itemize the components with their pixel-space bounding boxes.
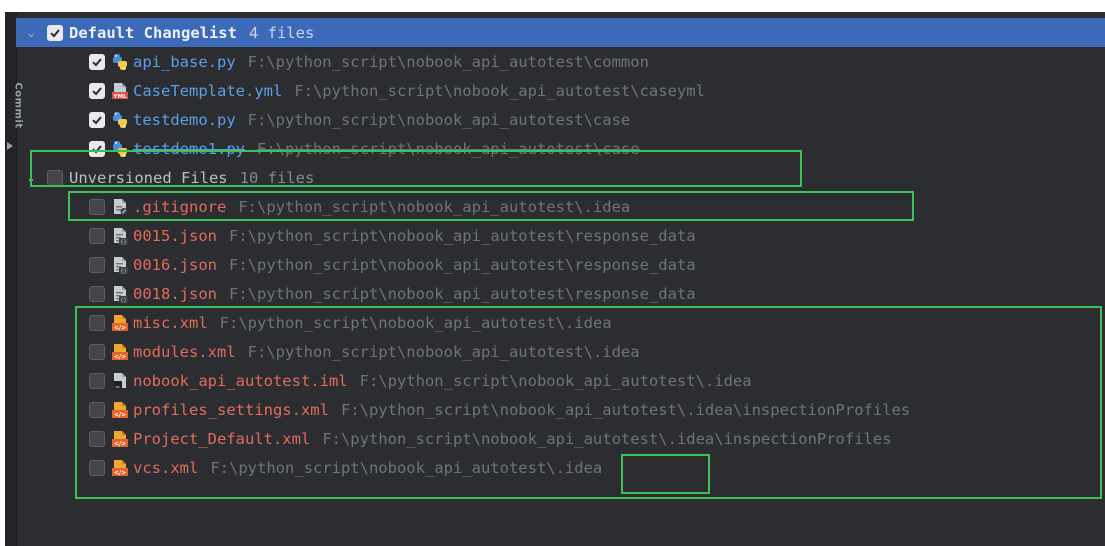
file-path: F:\python_script\nobook_api_autotest\cas… xyxy=(247,110,631,129)
xml-file-icon: </> xyxy=(111,343,129,361)
file-row[interactable]: </> profiles_settings.xml F:\python_script… xyxy=(16,395,1105,424)
default-changelist-row[interactable]: ⌄ Default Changelist 4 files xyxy=(16,18,1105,47)
xml-file-icon: </> xyxy=(111,430,129,448)
file-checkbox[interactable] xyxy=(89,459,105,476)
svg-text:</>: </> xyxy=(114,440,126,447)
python-file-icon xyxy=(111,53,129,71)
file-checkbox[interactable] xyxy=(89,343,105,360)
default-changelist-label: Default Changelist xyxy=(69,23,237,42)
file-name: nobook_api_autotest.iml xyxy=(133,371,348,390)
svg-text:</>: </> xyxy=(114,324,126,331)
svg-text:{}: {} xyxy=(120,239,126,245)
collapse-arrow-icon[interactable] xyxy=(7,142,13,150)
file-checkbox[interactable] xyxy=(89,111,105,128)
file-name: 0016.json xyxy=(133,255,217,274)
svg-text:</>: </> xyxy=(114,469,126,476)
file-checkbox[interactable] xyxy=(89,227,105,244)
python-file-icon xyxy=(111,140,129,158)
svg-text:{}: {} xyxy=(120,297,126,303)
file-name: testdemo1.py xyxy=(133,139,245,158)
file-name: profiles_settings.xml xyxy=(133,400,329,419)
file-name: 0018.json xyxy=(133,284,217,303)
python-file-icon xyxy=(111,111,129,129)
unversioned-files-label: Unversioned Files xyxy=(69,168,228,187)
commit-changes-panel: Commit ⌄ Default Changelist 4 files api_… xyxy=(5,12,1105,546)
file-name: api_base.py xyxy=(133,52,236,71)
file-row[interactable]: {} 0016.json F:\python_script\nobook_api_a… xyxy=(16,250,1105,279)
file-name: misc.xml xyxy=(133,313,208,332)
file-checkbox[interactable] xyxy=(89,256,105,273)
file-path: F:\python_script\nobook_api_autotest\cas… xyxy=(256,139,640,158)
file-path: F:\python_script\nobook_api_autotest\.id… xyxy=(247,342,640,361)
file-path: F:\python_script\nobook_api_autotest\res… xyxy=(229,226,696,245)
file-checkbox[interactable] xyxy=(89,140,105,157)
file-path: F:\python_script\nobook_api_autotest\.id… xyxy=(322,429,892,448)
file-path: F:\python_script\nobook_api_autotest\res… xyxy=(229,255,696,274)
xml-file-icon: </> xyxy=(111,401,129,419)
file-row[interactable]: api_base.py F:\python_script\nobook_api_a… xyxy=(16,47,1105,76)
checkmark-icon xyxy=(50,28,60,37)
file-name: testdemo.py xyxy=(133,110,236,129)
file-name: 0015.json xyxy=(133,226,217,245)
file-path: F:\python_script\nobook_api_autotest\.id… xyxy=(210,458,603,477)
chevron-down-icon[interactable]: ⌄ xyxy=(25,26,37,40)
file-name: CaseTemplate.yml xyxy=(133,81,283,100)
file-name: modules.xml xyxy=(133,342,236,361)
file-name: vcs.xml xyxy=(133,458,199,477)
file-row[interactable]: .gitignore F:\python_script\nobook_api_au… xyxy=(16,192,1105,221)
iml-file-icon xyxy=(111,372,129,390)
file-row[interactable]: </> Project_Default.xml F:\python_script\n… xyxy=(16,424,1105,453)
gitignore-file-icon xyxy=(111,198,129,216)
checkmark-icon xyxy=(92,115,102,124)
file-checkbox[interactable] xyxy=(89,285,105,302)
json-file-icon: {} xyxy=(111,227,129,245)
file-row[interactable]: </> vcs.xml F:\python_script\nobook_api_au… xyxy=(16,453,1105,482)
chevron-down-icon[interactable]: ⌄ xyxy=(25,171,37,185)
file-path: F:\python_script\nobook_api_autotest\cas… xyxy=(294,81,705,100)
svg-text:YML: YML xyxy=(113,94,127,100)
yaml-file-icon: YML xyxy=(111,82,129,100)
file-path: F:\python_script\nobook_api_autotest\res… xyxy=(229,284,696,303)
svg-text:</>: </> xyxy=(114,411,126,418)
file-checkbox[interactable] xyxy=(89,314,105,331)
checkmark-icon xyxy=(92,144,102,153)
file-row[interactable]: </> misc.xml F:\python_script\nobook_api_a… xyxy=(16,308,1105,337)
xml-file-icon: </> xyxy=(111,459,129,477)
file-checkbox[interactable] xyxy=(89,401,105,418)
json-file-icon: {} xyxy=(111,256,129,274)
default-changelist-checkbox[interactable] xyxy=(47,24,63,41)
unversioned-files-count: 10 files xyxy=(239,168,315,187)
file-row[interactable]: {} 0018.json F:\python_script\nobook_api_a… xyxy=(16,279,1105,308)
file-checkbox[interactable] xyxy=(89,82,105,99)
json-file-icon: {} xyxy=(111,285,129,303)
file-checkbox[interactable] xyxy=(89,372,105,389)
xml-file-icon: </> xyxy=(111,314,129,332)
file-row[interactable]: nobook_api_autotest.iml F:\python_script\… xyxy=(16,366,1105,395)
file-path: F:\python_script\nobook_api_autotest\.id… xyxy=(340,400,911,419)
unversioned-files-row[interactable]: ⌄ Unversioned Files 10 files xyxy=(16,163,1105,192)
file-checkbox[interactable] xyxy=(89,53,105,70)
unversioned-files-checkbox[interactable] xyxy=(47,169,63,186)
svg-text:</>: </> xyxy=(114,353,126,360)
default-changelist-count: 4 files xyxy=(248,23,315,42)
file-row[interactable]: YML CaseTemplate.yml F:\python_script\nobo… xyxy=(16,76,1105,105)
file-row[interactable]: testdemo.py F:\python_script\nobook_api_a… xyxy=(16,105,1105,134)
checkmark-icon xyxy=(92,57,102,66)
checkmark-icon xyxy=(92,86,102,95)
file-path: F:\python_script\nobook_api_autotest\.id… xyxy=(219,313,612,332)
file-checkbox[interactable] xyxy=(89,430,105,447)
file-path: F:\python_script\nobook_api_autotest\com… xyxy=(247,52,649,71)
file-path: F:\python_script\nobook_api_autotest\.id… xyxy=(238,197,631,216)
file-path: F:\python_script\nobook_api_autotest\.id… xyxy=(359,371,752,390)
file-row[interactable]: {} 0015.json F:\python_script\nobook_api_a… xyxy=(16,221,1105,250)
file-name: Project_Default.xml xyxy=(133,429,311,448)
file-row[interactable]: testdemo1.py F:\python_script\nobook_api_… xyxy=(16,134,1105,163)
file-name: .gitignore xyxy=(133,197,227,216)
svg-text:{}: {} xyxy=(120,268,126,274)
file-row[interactable]: </> modules.xml F:\python_script\nobook_ap… xyxy=(16,337,1105,366)
file-checkbox[interactable] xyxy=(89,198,105,215)
